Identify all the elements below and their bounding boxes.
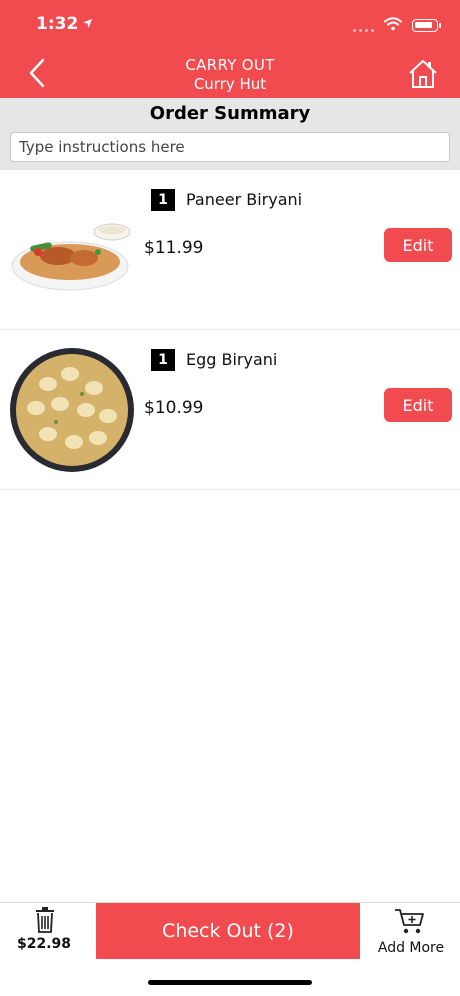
- add-more-label: Add More: [377, 940, 445, 956]
- home-icon: [409, 60, 437, 88]
- trash-icon[interactable]: [34, 907, 56, 933]
- quantity-badge: 1: [151, 189, 175, 211]
- item-name: Egg Biryani: [186, 350, 278, 369]
- item-name: Paneer Biryani: [186, 190, 303, 209]
- egg-biryani-image: [10, 348, 134, 472]
- home-indicator[interactable]: [148, 980, 312, 985]
- app-header: 1:32 CARRY OUT Curry Hut: [0, 0, 460, 98]
- add-more-button[interactable]: Add More: [362, 903, 460, 961]
- order-item-paneer-biryani: 1 Paneer Biryani $11.99 Edit: [0, 170, 460, 330]
- order-summary-bar: Order Summary: [0, 98, 460, 170]
- item-price: $11.99: [144, 238, 204, 258]
- status-bar: 1:32: [0, 0, 460, 48]
- order-summary-title: Order Summary: [149, 103, 311, 124]
- home-button[interactable]: [408, 58, 438, 90]
- status-indicators: [353, 16, 441, 35]
- location-arrow-icon: [82, 14, 93, 34]
- order-mode: CARRY OUT: [185, 56, 275, 74]
- wifi-icon: [384, 16, 402, 35]
- checkout-button[interactable]: Check Out (2): [96, 903, 360, 959]
- signal-icon: [353, 20, 374, 32]
- item-price: $10.99: [144, 398, 204, 418]
- store-name: Curry Hut: [193, 75, 267, 93]
- edit-button[interactable]: Edit: [384, 388, 452, 422]
- order-total: $22.98: [16, 936, 72, 952]
- quantity-badge: 1: [151, 349, 175, 371]
- status-time-text: 1:32: [36, 14, 79, 34]
- cart-plus-icon: [395, 909, 424, 934]
- order-item-egg-biryani: 1 Egg Biryani $10.99 Edit: [0, 330, 460, 490]
- status-time: 1:32: [36, 14, 93, 34]
- edit-button[interactable]: Edit: [384, 228, 452, 262]
- battery-icon: [412, 19, 441, 32]
- paneer-biryani-image: [11, 223, 131, 291]
- clear-order-area: $22.98: [0, 903, 96, 961]
- instructions-input[interactable]: [10, 132, 450, 162]
- header-title: CARRY OUT Curry Hut: [0, 56, 460, 94]
